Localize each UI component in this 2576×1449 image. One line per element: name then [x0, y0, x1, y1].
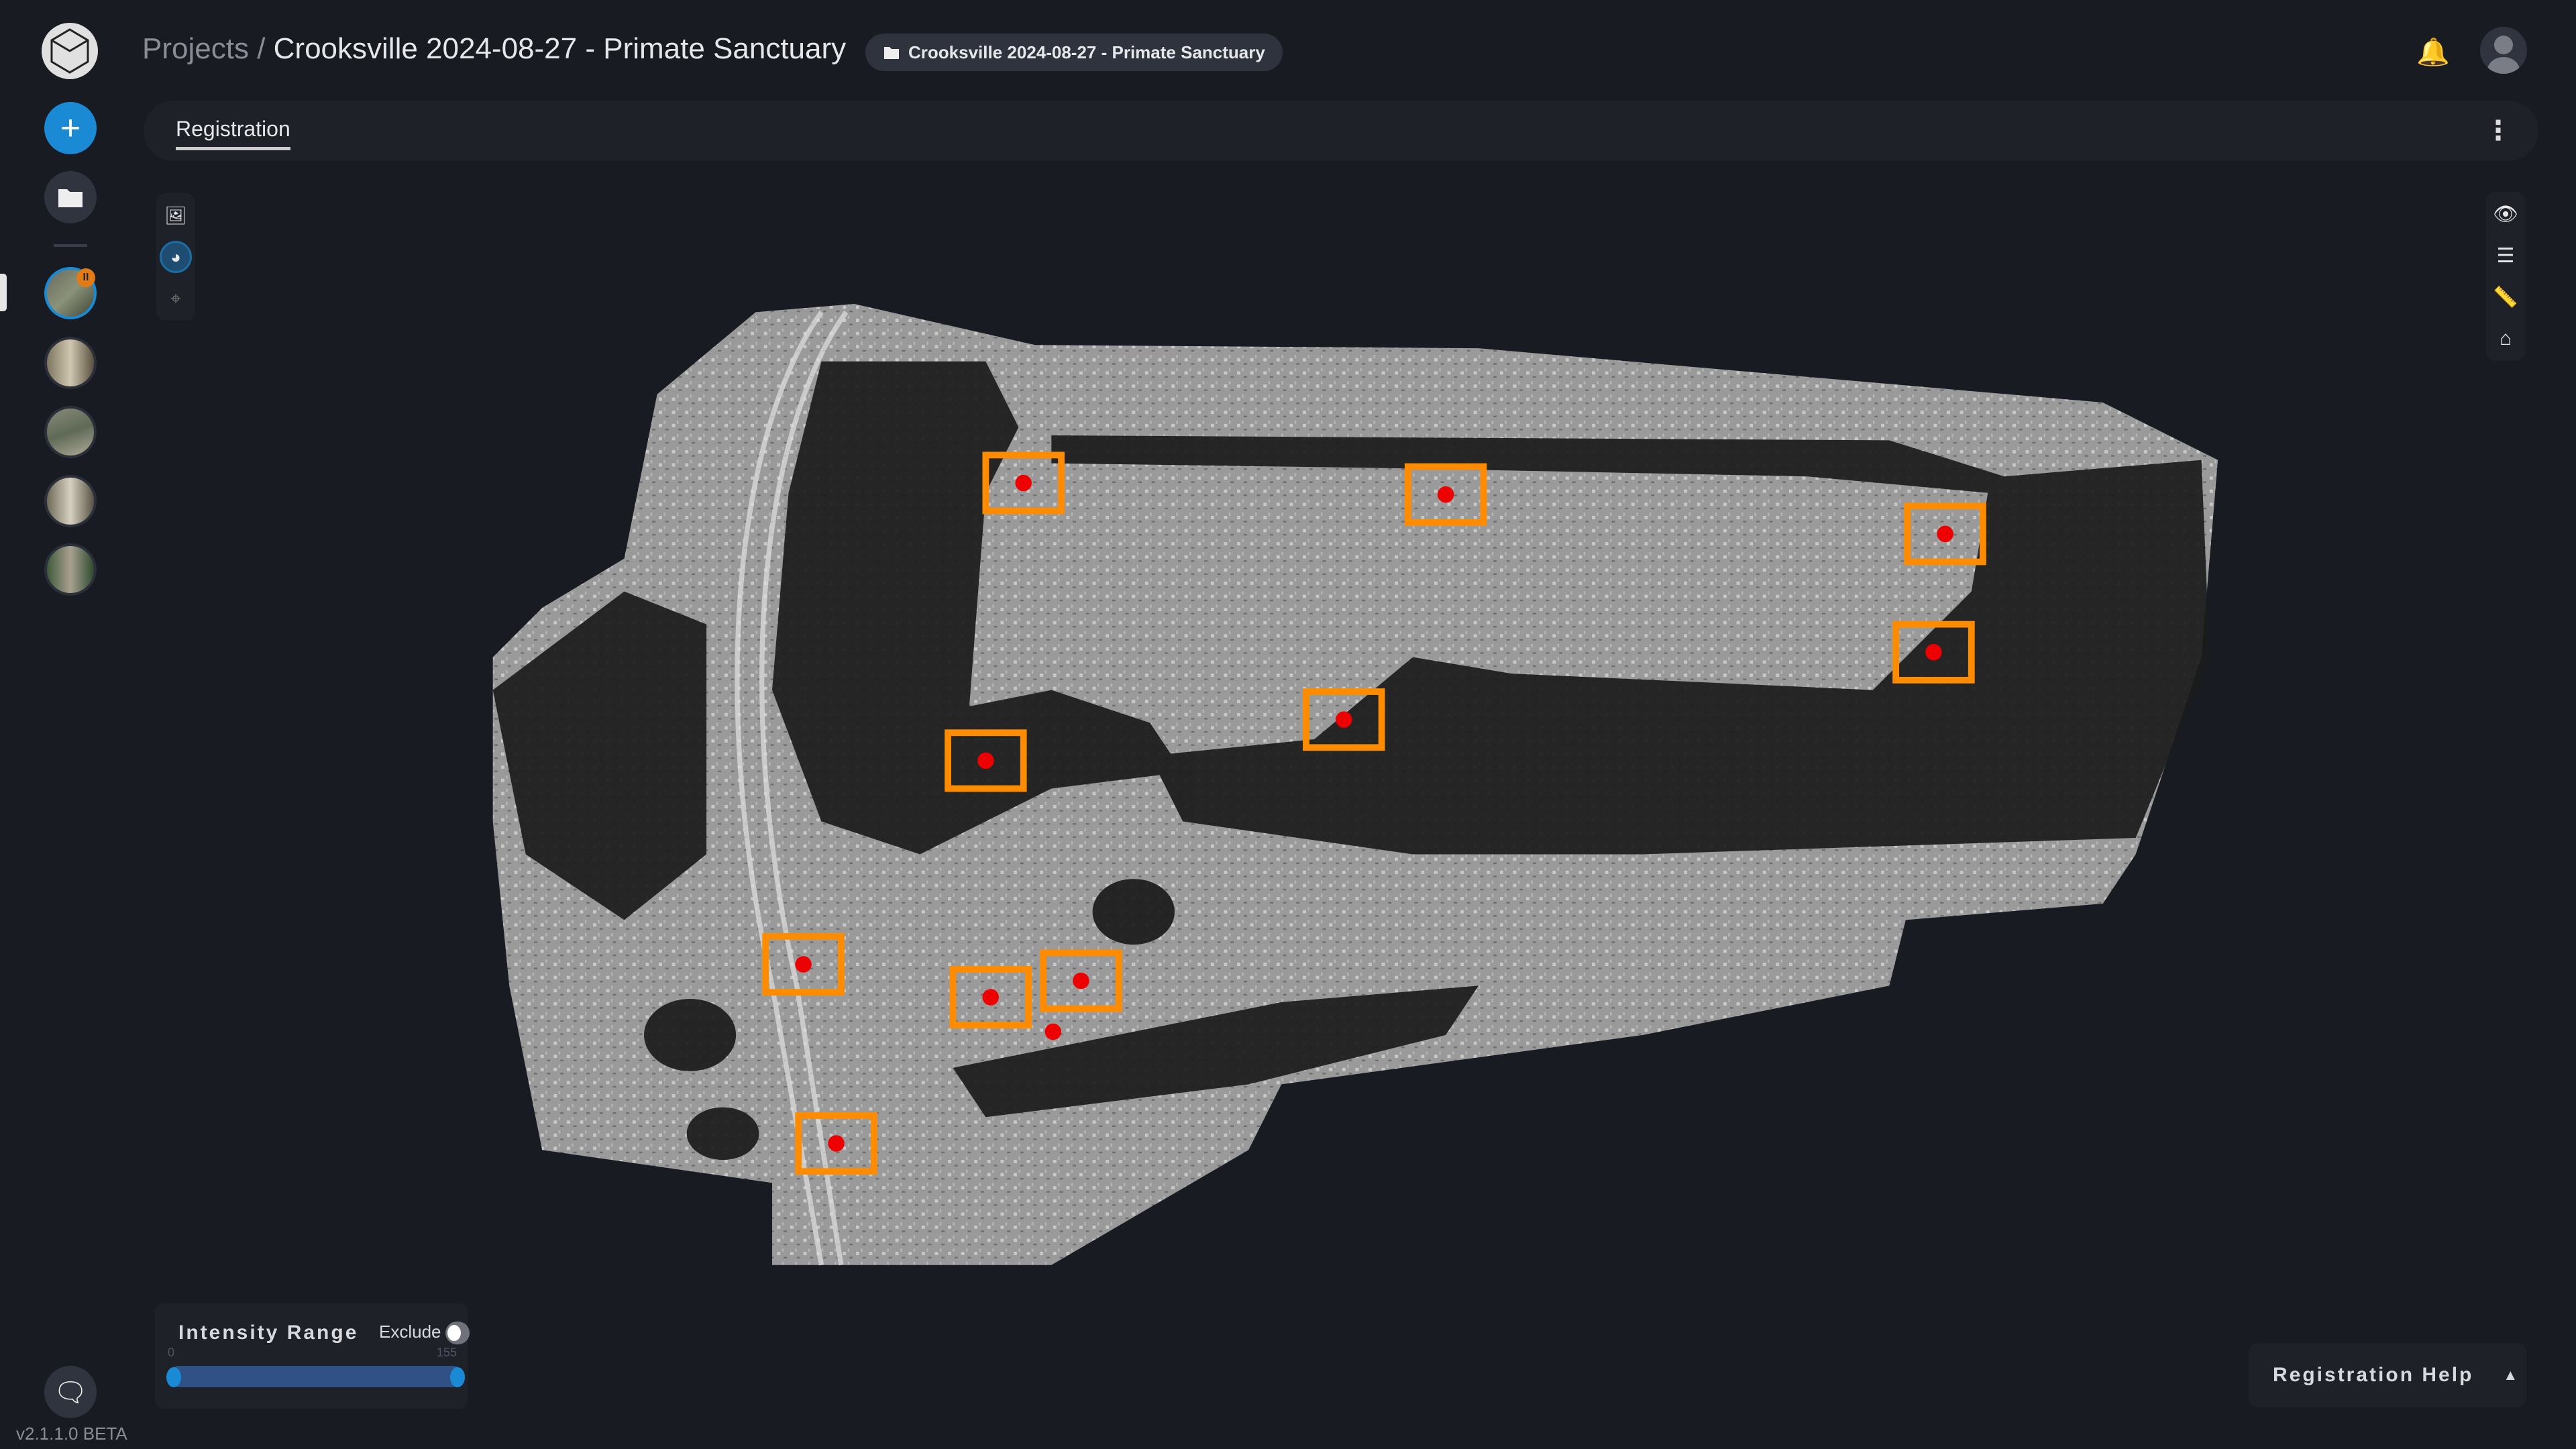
- tab-registration[interactable]: Registration: [176, 117, 290, 150]
- tab-bar: Registration ⋮: [144, 101, 2538, 161]
- projects-folder-button[interactable]: [44, 171, 97, 223]
- scan-thumbnail-4[interactable]: [44, 475, 97, 527]
- crop-icon: ⌖: [170, 288, 181, 310]
- pause-badge-icon: II: [76, 268, 95, 287]
- crop-button[interactable]: ⌖: [156, 278, 195, 319]
- chevron-up-icon: ▲: [2503, 1366, 2520, 1384]
- tiepoint-marker[interactable]: [828, 1135, 844, 1151]
- project-chip-label: Crooksville 2024-08-27 - Primate Sanctua…: [908, 42, 1265, 63]
- breadcrumb-separator: /: [257, 32, 265, 65]
- settings-sliders-button[interactable]: ☰: [2486, 235, 2525, 276]
- intensity-range-title: Intensity Range: [178, 1322, 358, 1344]
- tiepoint-marker[interactable]: [1336, 711, 1352, 727]
- intensity-range-panel: Intensity Range Exclude 0 155: [155, 1303, 468, 1409]
- registration-help-button[interactable]: Registration Help ▲: [2249, 1343, 2526, 1407]
- breadcrumb: Projects / Crooksville 2024-08-27 - Prim…: [142, 32, 846, 66]
- tiepoint-marker[interactable]: [1925, 644, 1941, 660]
- chat-icon: 🗨: [54, 1377, 88, 1408]
- ruler-icon: 📏: [2493, 286, 2518, 309]
- more-options-icon[interactable]: ⋮: [2485, 115, 2512, 146]
- globe-icon: ◕: [160, 241, 192, 273]
- range-min-label: 0: [168, 1346, 174, 1360]
- tiepoint-marker[interactable]: [1937, 526, 1953, 542]
- measure-button[interactable]: 📏: [2486, 276, 2525, 318]
- folder-icon: [884, 46, 899, 59]
- active-indicator: [0, 274, 7, 311]
- sliders-icon: ☰: [2497, 244, 2515, 268]
- project-chip[interactable]: Crooksville 2024-08-27 - Primate Sanctua…: [865, 34, 1283, 71]
- tiepoint-marker[interactable]: [1438, 486, 1454, 502]
- eye-icon: 👁: [2493, 203, 2518, 226]
- tiepoint-marker[interactable]: [795, 956, 811, 972]
- user-avatar[interactable]: [2480, 27, 2527, 74]
- scan-thumbnail-3[interactable]: [44, 406, 97, 458]
- registration-help-label: Registration Help: [2273, 1364, 2473, 1387]
- view-toolbar: 🖼 ◕ ⌖: [156, 193, 195, 321]
- tiepoint-marker[interactable]: [1045, 1024, 1061, 1040]
- images-icon: 🖼: [164, 205, 186, 226]
- chat-button[interactable]: 🗨: [44, 1366, 97, 1418]
- visibility-button[interactable]: 👁: [2486, 193, 2525, 235]
- home-icon: ⌂: [2500, 327, 2512, 350]
- tiepoint-marker[interactable]: [1073, 973, 1089, 989]
- exclude-label: Exclude: [379, 1322, 441, 1342]
- slider-max-handle[interactable]: [450, 1367, 465, 1387]
- point-cloud-viewport[interactable]: [0, 0, 2576, 1449]
- globe-view-button[interactable]: ◕: [156, 236, 195, 278]
- logo-icon: [46, 28, 93, 74]
- page-title: Crooksville 2024-08-27 - Primate Sanctua…: [274, 32, 847, 65]
- intensity-slider-track[interactable]: [168, 1366, 464, 1387]
- scan-thumbnail-2[interactable]: [44, 337, 97, 389]
- tiepoint-marker[interactable]: [982, 989, 998, 1005]
- tiepoint-marker[interactable]: [1015, 475, 1031, 491]
- slider-min-handle[interactable]: [166, 1367, 181, 1387]
- exclude-toggle[interactable]: [445, 1322, 470, 1344]
- home-view-button[interactable]: ⌂: [2486, 318, 2525, 360]
- app-logo[interactable]: [42, 23, 98, 79]
- add-button[interactable]: +: [44, 102, 97, 154]
- version-label: v2.1.1.0 BETA: [16, 1424, 127, 1444]
- viewer-toolbar: 👁 ☰ 📏 ⌂: [2486, 192, 2525, 361]
- tiepoint-marker[interactable]: [977, 753, 994, 769]
- rail-divider: [54, 244, 87, 247]
- scan-thumbnail-5[interactable]: [44, 543, 97, 596]
- image-view-button[interactable]: 🖼: [156, 195, 195, 236]
- breadcrumb-projects-link[interactable]: Projects: [142, 32, 249, 65]
- notifications-bell-icon[interactable]: 🔔: [2416, 36, 2450, 68]
- plus-icon: +: [60, 108, 80, 148]
- range-max-label: 155: [437, 1346, 457, 1360]
- folder-icon: [58, 187, 83, 207]
